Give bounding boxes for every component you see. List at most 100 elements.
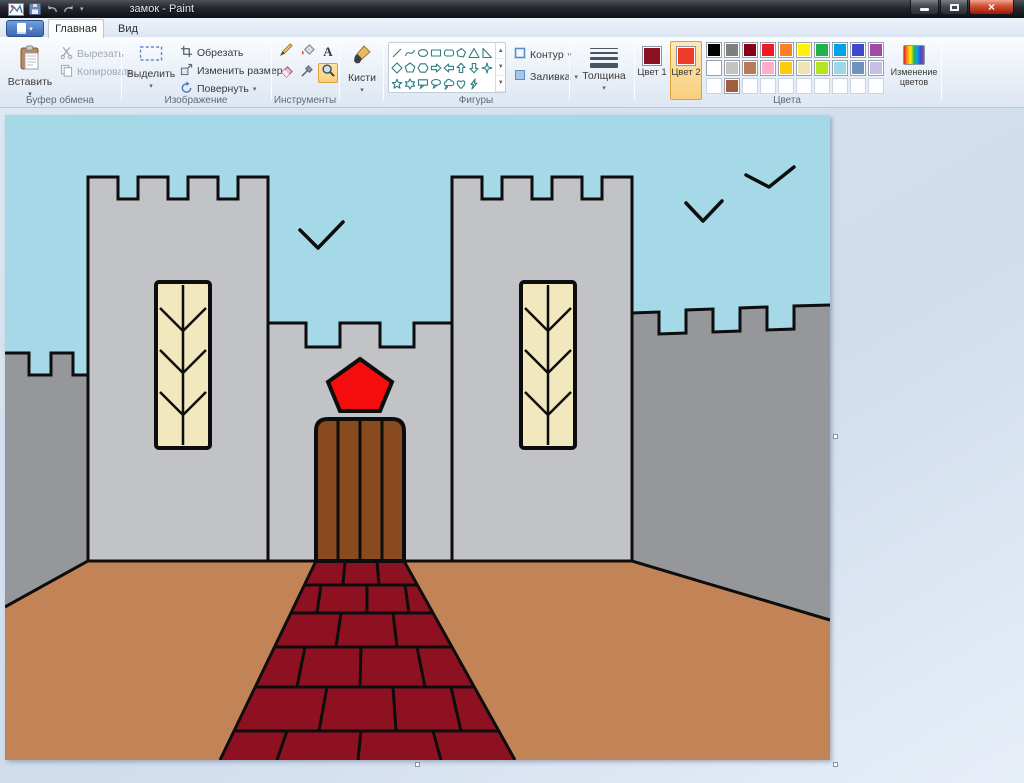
tab-home[interactable]: Главная xyxy=(48,19,104,38)
edit-colors-button[interactable]: Изменение цветов xyxy=(890,41,938,101)
minimize-button[interactable] xyxy=(910,0,939,15)
palette-swatch[interactable] xyxy=(724,42,740,58)
palette-swatch[interactable] xyxy=(724,60,740,76)
image-group-label: Изображение xyxy=(121,95,271,106)
palette-swatch[interactable] xyxy=(760,42,776,58)
palette-swatch[interactable] xyxy=(778,78,794,94)
chevron-down-icon: ▾ xyxy=(149,82,153,90)
palette-swatch[interactable] xyxy=(724,78,740,94)
palette-swatch[interactable] xyxy=(814,60,830,76)
canvas-resize-handle-bottom[interactable] xyxy=(415,762,420,767)
shape-pentagon[interactable] xyxy=(404,61,417,77)
palette-swatch[interactable] xyxy=(796,60,812,76)
shape-callout-cloud[interactable] xyxy=(442,76,455,92)
palette-swatch[interactable] xyxy=(850,60,866,76)
close-button[interactable]: × xyxy=(969,0,1014,15)
shape-arrow-right[interactable] xyxy=(429,61,442,77)
gallery-scroll-down-button[interactable]: ▼ xyxy=(496,59,505,75)
drawing-canvas[interactable] xyxy=(5,115,830,760)
color2-button[interactable]: Цвет 2 xyxy=(670,41,702,100)
shape-callout-rect[interactable] xyxy=(417,76,430,92)
eraser-tool[interactable] xyxy=(276,63,296,83)
shape-oval[interactable] xyxy=(417,45,430,61)
color-picker-tool[interactable] xyxy=(297,63,317,83)
shape-polygon[interactable] xyxy=(455,45,468,61)
palette-swatch[interactable] xyxy=(742,42,758,58)
text-tool[interactable]: A xyxy=(318,42,338,62)
save-icon[interactable] xyxy=(29,3,41,15)
paint-menu-button[interactable]: ▾ xyxy=(6,20,44,37)
palette-swatch[interactable] xyxy=(742,78,758,94)
canvas-resize-handle-right[interactable] xyxy=(833,434,838,439)
shape-hexagon[interactable] xyxy=(417,61,430,77)
qat-dropdown-icon[interactable]: ▾ xyxy=(80,5,84,13)
undo-icon[interactable] xyxy=(46,4,58,15)
magnifier-tool[interactable] xyxy=(318,63,338,83)
palette-swatch[interactable] xyxy=(760,60,776,76)
palette-swatch[interactable] xyxy=(706,60,722,76)
color1-button[interactable]: Цвет 1 xyxy=(636,41,668,100)
canvas-resize-handle-corner[interactable] xyxy=(833,762,838,767)
paste-button[interactable]: Вставить ▾ xyxy=(6,41,54,99)
edit-colors-label: Изменение цветов xyxy=(890,68,938,88)
shape-arrow-down[interactable] xyxy=(468,61,481,77)
copy-button[interactable]: Копировать xyxy=(58,63,136,80)
palette-swatch[interactable] xyxy=(760,78,776,94)
shape-heart[interactable] xyxy=(455,76,468,92)
palette-swatch[interactable] xyxy=(796,42,812,58)
select-button[interactable]: Выделить ▾ xyxy=(128,41,174,91)
redo-icon[interactable] xyxy=(63,4,75,15)
shape-callout-oval[interactable] xyxy=(429,76,442,92)
palette-swatch[interactable] xyxy=(814,42,830,58)
palette-swatch[interactable] xyxy=(868,78,884,94)
paint-app-icon[interactable] xyxy=(8,3,24,16)
outline-button[interactable]: Контур ▾ xyxy=(512,46,573,63)
palette-swatch[interactable] xyxy=(832,42,848,58)
size-button[interactable]: Толщина ▾ xyxy=(580,41,628,93)
palette-swatch[interactable] xyxy=(832,60,848,76)
palette-swatch[interactable] xyxy=(706,42,722,58)
palette-swatch[interactable] xyxy=(742,60,758,76)
maximize-button[interactable] xyxy=(940,0,968,15)
size-label: Толщина xyxy=(582,70,625,82)
palette-swatch[interactable] xyxy=(796,78,812,94)
palette-swatch[interactable] xyxy=(778,42,794,58)
shape-arrow-left[interactable] xyxy=(442,61,455,77)
palette-swatch[interactable] xyxy=(832,78,848,94)
shape-star-5[interactable] xyxy=(391,76,404,92)
gallery-scroll-up-button[interactable]: ▲ xyxy=(496,43,505,59)
pencil-tool[interactable] xyxy=(276,42,296,62)
resize-button[interactable]: Изменить размер xyxy=(178,62,285,79)
shape-arrow-up[interactable] xyxy=(455,61,468,77)
crop-button[interactable]: Обрезать xyxy=(178,44,245,61)
shape-star-4[interactable] xyxy=(481,61,494,77)
shape-triangle[interactable] xyxy=(468,45,481,61)
palette-swatch[interactable] xyxy=(850,78,866,94)
palette-swatch[interactable] xyxy=(706,78,722,94)
scissors-icon xyxy=(60,46,73,62)
palette-swatch[interactable] xyxy=(778,60,794,76)
shape-star-6[interactable] xyxy=(404,76,417,92)
cut-button[interactable]: Вырезать xyxy=(58,45,126,62)
shape-curve[interactable] xyxy=(404,45,417,61)
palette-swatch[interactable] xyxy=(868,42,884,58)
shape-rounded-rect[interactable] xyxy=(442,45,455,61)
brushes-button[interactable]: Кисти ▾ xyxy=(343,41,381,95)
right-tower-window xyxy=(521,282,575,448)
gallery-more-button[interactable]: ▼ xyxy=(496,76,505,92)
shape-line[interactable] xyxy=(391,45,404,61)
shape-rect[interactable] xyxy=(429,45,442,61)
palette-swatch[interactable] xyxy=(814,78,830,94)
palette-swatch[interactable] xyxy=(850,42,866,58)
shape-diamond[interactable] xyxy=(391,61,404,77)
color2-label: Цвет 2 xyxy=(671,68,700,78)
group-separator xyxy=(339,42,340,100)
fill-tool[interactable] xyxy=(297,42,317,62)
shape-lightning[interactable] xyxy=(468,76,481,92)
shapes-group-label: Фигуры xyxy=(383,95,569,106)
shape-right-triangle[interactable] xyxy=(481,45,494,61)
quick-access-toolbar: ▾ xyxy=(0,3,84,16)
palette-swatch[interactable] xyxy=(868,60,884,76)
tab-view[interactable]: Вид xyxy=(108,19,148,38)
rainbow-palette-icon xyxy=(903,45,925,65)
